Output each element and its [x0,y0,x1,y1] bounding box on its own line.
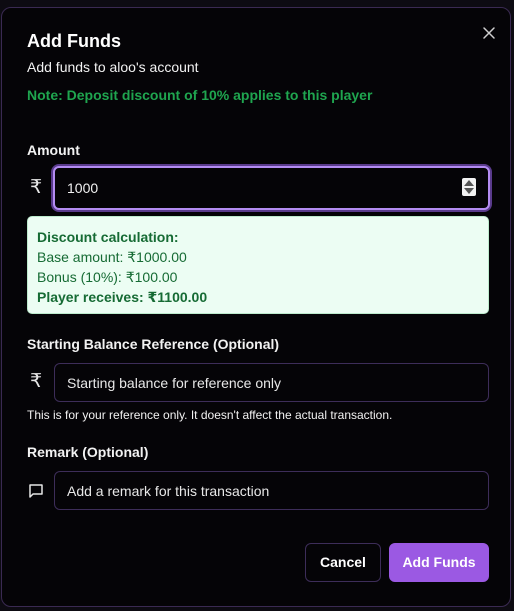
discount-heading: Discount calculation: [37,229,179,245]
starting-balance-input[interactable] [67,364,447,401]
add-funds-button[interactable]: Add Funds [389,543,489,582]
amount-stepper[interactable] [462,178,476,196]
rupee-icon: ₹ [29,177,43,198]
starting-balance-field[interactable] [54,363,489,402]
discount-note: Note: Deposit discount of 10% applies to… [27,87,373,103]
cancel-button[interactable]: Cancel [305,543,381,582]
dialog-subtitle: Add funds to aloo's account [27,59,199,75]
player-receives-text: Player receives: ₹1100.00 [37,289,208,305]
amount-input[interactable] [67,168,447,208]
rupee-icon: ₹ [29,371,43,392]
amount-field[interactable] [53,166,490,210]
add-funds-dialog: Add Funds Add funds to aloo's account No… [1,7,511,607]
stepper-down-icon[interactable] [464,188,474,194]
starting-balance-label: Starting Balance Reference (Optional) [27,336,280,352]
amount-label: Amount [27,142,80,158]
remark-input[interactable] [67,472,447,509]
close-icon[interactable] [481,25,497,41]
remark-field[interactable] [54,471,489,510]
stepper-up-icon[interactable] [464,180,474,186]
message-square-icon [29,484,43,498]
dialog-title: Add Funds [27,31,121,51]
bonus-text: Bonus (10%): ₹100.00 [37,269,178,285]
base-amount-text: Base amount: ₹1000.00 [37,249,187,265]
discount-calculation-box: Discount calculation: Base amount: ₹1000… [27,216,489,314]
remark-label: Remark (Optional) [27,444,149,460]
starting-balance-hint: This is for your reference only. It does… [27,408,393,422]
